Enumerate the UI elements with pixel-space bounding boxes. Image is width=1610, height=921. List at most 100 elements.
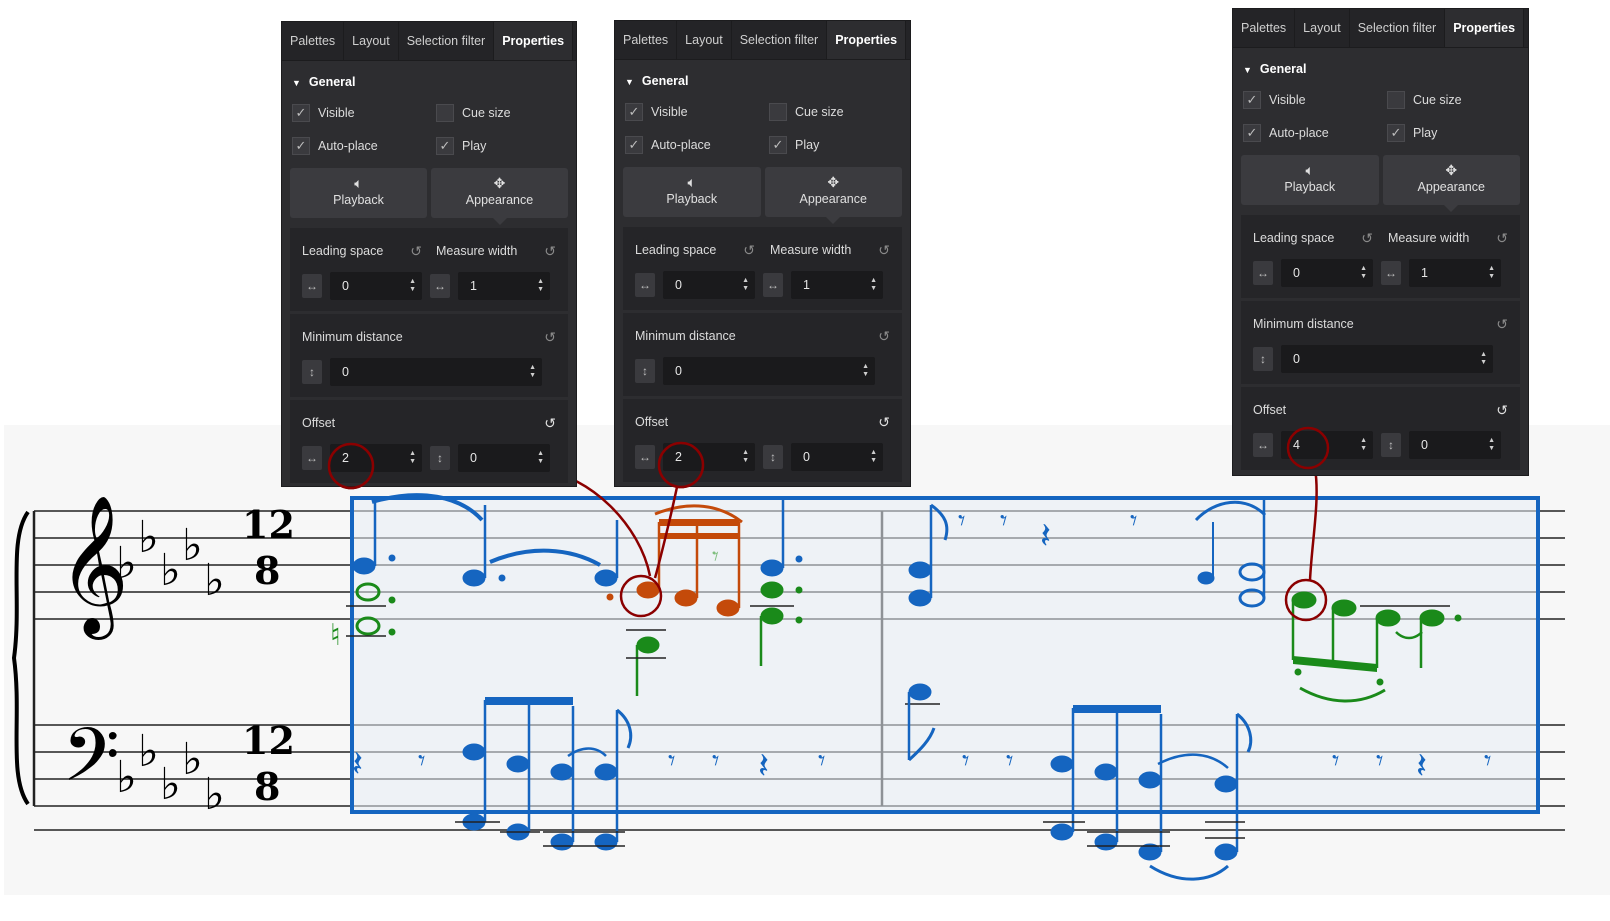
playback-button[interactable]: 🔈︎ Playback [1241, 155, 1379, 205]
auto-place-checkbox[interactable]: ✓ Auto-place [625, 135, 769, 155]
spin-arrows-icon[interactable]: ▲ ▼ [1488, 265, 1495, 281]
offset-x-spinbox[interactable]: 2 ▲ ▼ [330, 444, 422, 472]
spin-arrows-icon[interactable]: ▲ ▼ [1480, 351, 1487, 367]
leading-space-spinbox[interactable]: 0 ▲ ▼ [663, 271, 755, 299]
speaker-icon: 🔈︎ [354, 175, 363, 191]
tab-palettes[interactable]: Palettes [1233, 9, 1296, 47]
visible-checkbox[interactable]: ✓ Visible [1243, 90, 1387, 110]
properties-panel-3[interactable]: Palettes Layout Selection filter Propert… [1232, 8, 1529, 476]
play-label: Play [462, 139, 487, 153]
play-checkbox[interactable]: ✓ Play [769, 135, 909, 155]
spin-arrows-icon[interactable]: ▲ ▼ [537, 450, 544, 466]
spin-arrows-icon[interactable]: ▲ ▼ [862, 363, 869, 379]
spin-arrows-icon[interactable]: ▲ ▼ [529, 364, 536, 380]
min-distance-label: Minimum distance [302, 330, 403, 344]
visible-checkbox[interactable]: ✓ Visible [625, 102, 769, 122]
auto-place-checkbox[interactable]: ✓ Auto-place [292, 136, 436, 156]
spin-arrows-icon[interactable]: ▲ ▼ [1488, 437, 1495, 453]
offset-x-value: 4 [1293, 438, 1300, 452]
reset-icon[interactable]: ↺ [1361, 230, 1373, 247]
spin-arrows-icon[interactable]: ▲ ▼ [870, 449, 877, 465]
spin-arrows-icon[interactable]: ▲ ▼ [742, 277, 749, 293]
min-distance-spinbox[interactable]: 0 ▲ ▼ [330, 358, 542, 386]
reset-icon[interactable]: ↺ [1496, 230, 1508, 247]
min-distance-value: 0 [1293, 352, 1300, 366]
tab-layout[interactable]: Layout [1295, 9, 1350, 47]
cue-size-checkbox[interactable]: Cue size [436, 103, 576, 123]
tab-layout[interactable]: Layout [677, 21, 732, 59]
tab-properties[interactable]: Properties [827, 21, 907, 59]
spin-arrows-icon[interactable]: ▲ ▼ [1360, 265, 1367, 281]
leading-space-spinbox[interactable]: 0 ▲ ▼ [1281, 259, 1373, 287]
reset-icon[interactable]: ↺ [878, 414, 890, 431]
reset-icon[interactable]: ↺ [878, 242, 890, 259]
offset-x-spinbox[interactable]: 2 ▲ ▼ [663, 443, 755, 471]
tab-selection-filter[interactable]: Selection filter [1350, 9, 1446, 47]
cue-size-checkbox[interactable]: Cue size [1387, 90, 1527, 110]
play-checkbox[interactable]: ✓ Play [1387, 123, 1527, 143]
more-options-icon[interactable]: ··· [906, 21, 910, 59]
more-options-icon[interactable]: ··· [1524, 9, 1528, 47]
properties-panel-1[interactable]: Palettes Layout Selection filter Propert… [281, 21, 577, 487]
appearance-button[interactable]: ✥ Appearance [431, 168, 568, 225]
spin-arrows-icon[interactable]: ▲ ▼ [742, 449, 749, 465]
playback-button[interactable]: 🔈︎ Playback [290, 168, 427, 218]
leading-space-spinbox[interactable]: 0 ▲ ▼ [330, 272, 422, 300]
offset-x-spinbox[interactable]: 4 ▲ ▼ [1281, 431, 1373, 459]
min-distance-spinbox[interactable]: 0 ▲ ▼ [1281, 345, 1493, 373]
offset-y-spinbox[interactable]: 0 ▲ ▼ [458, 444, 550, 472]
reset-icon[interactable]: ↺ [743, 242, 755, 259]
unchecked-box-icon [436, 104, 454, 122]
offset-y-value: 0 [803, 450, 810, 464]
properties-panel-2[interactable]: Palettes Layout Selection filter Propert… [614, 20, 911, 487]
time-signature-treble-bottom: 8 [254, 548, 280, 593]
offset-y-spinbox[interactable]: 0 ▲ ▼ [1409, 431, 1501, 459]
visible-checkbox[interactable]: ✓ Visible [292, 103, 436, 123]
tab-selection-filter[interactable]: Selection filter [732, 21, 828, 59]
svg-text:𝄾: 𝄾 [1006, 744, 1013, 777]
measure-width-spinbox[interactable]: 1 ▲ ▼ [791, 271, 883, 299]
reset-icon[interactable]: ↺ [1496, 402, 1508, 419]
playback-button[interactable]: 🔈︎ Playback [623, 167, 761, 217]
tab-palettes[interactable]: Palettes [615, 21, 678, 59]
tab-properties[interactable]: Properties [494, 22, 574, 60]
auto-place-label: Auto-place [1269, 126, 1329, 140]
measure-width-spinbox[interactable]: 1 ▲ ▼ [1409, 259, 1501, 287]
reset-icon[interactable]: ↺ [544, 243, 556, 260]
measure-width-spinbox[interactable]: 1 ▲ ▼ [458, 272, 550, 300]
reset-icon[interactable]: ↺ [544, 415, 556, 432]
appearance-button[interactable]: ✥ Appearance [764, 167, 902, 224]
offset-x-value: 2 [342, 451, 349, 465]
collapse-triangle-icon: ▼ [292, 78, 301, 88]
cue-size-label: Cue size [1413, 93, 1462, 107]
reset-icon[interactable]: ↺ [878, 328, 890, 345]
tab-properties[interactable]: Properties [1445, 9, 1525, 47]
reset-icon[interactable]: ↺ [1496, 316, 1508, 333]
spin-arrows-icon[interactable]: ▲ ▼ [870, 277, 877, 293]
spin-arrows-icon[interactable]: ▲ ▼ [537, 278, 544, 294]
section-general[interactable]: ▼ General [615, 60, 910, 92]
play-checkbox[interactable]: ✓ Play [436, 136, 576, 156]
svg-text:♭: ♭ [204, 555, 225, 606]
offset-y-spinbox[interactable]: 0 ▲ ▼ [791, 443, 883, 471]
spin-arrows-icon[interactable]: ▲ ▼ [409, 278, 416, 294]
measure-width-value: 1 [470, 279, 477, 293]
tab-palettes[interactable]: Palettes [282, 22, 345, 60]
svg-text:𝄾: 𝄾 [962, 744, 969, 777]
auto-place-checkbox[interactable]: ✓ Auto-place [1243, 123, 1387, 143]
section-general[interactable]: ▼ General [282, 61, 576, 93]
spin-arrows-icon[interactable]: ▲ ▼ [409, 450, 416, 466]
more-options-icon[interactable]: ··· [573, 22, 576, 60]
section-general[interactable]: ▼ General [1233, 48, 1528, 80]
tab-selection-filter[interactable]: Selection filter [399, 22, 495, 60]
tab-layout[interactable]: Layout [344, 22, 399, 60]
panel-tabs: Palettes Layout Selection filter Propert… [615, 21, 910, 60]
appearance-button[interactable]: ✥ Appearance [1382, 155, 1520, 212]
svg-text:♭: ♭ [160, 545, 181, 596]
spin-arrows-icon[interactable]: ▲ ▼ [1360, 437, 1367, 453]
reset-icon[interactable]: ↺ [410, 243, 422, 260]
horizontal-arrows-icon: ↔ [1381, 261, 1401, 285]
cue-size-checkbox[interactable]: Cue size [769, 102, 909, 122]
reset-icon[interactable]: ↺ [544, 329, 556, 346]
min-distance-spinbox[interactable]: 0 ▲ ▼ [663, 357, 875, 385]
